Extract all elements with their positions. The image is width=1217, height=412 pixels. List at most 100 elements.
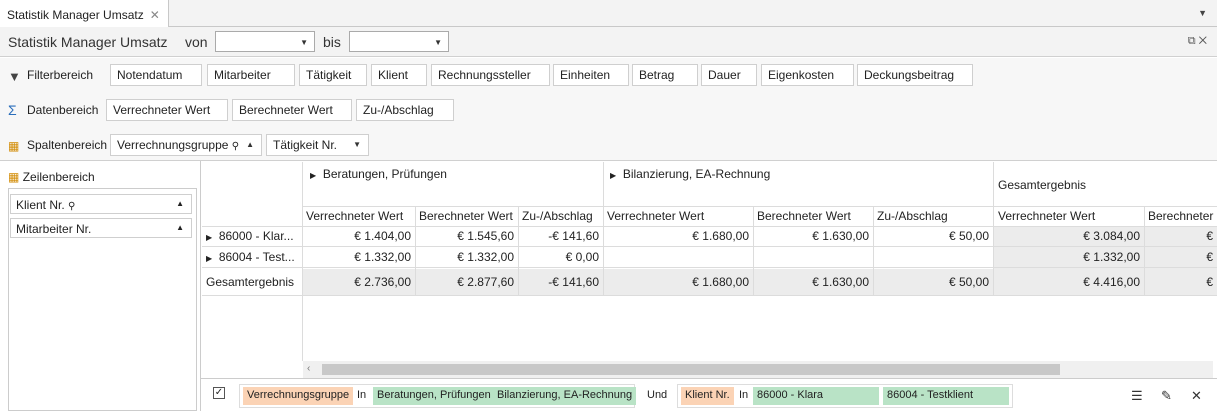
- filter-field[interactable]: Mitarbeiter: [207, 64, 295, 86]
- data-cell: [604, 247, 753, 267]
- expand-icon: ▶: [206, 254, 213, 263]
- filter-checkbox[interactable]: ✓: [213, 387, 225, 399]
- edit-icon[interactable]: ✎: [1161, 388, 1172, 404]
- filter-value-chip[interactable]: Bilanzierung, EA-Rechnung: [493, 387, 637, 405]
- tab-bar: Statistik Manager Umsatz ✕ ▼: [0, 0, 1217, 27]
- total-cell: € 4.416,00: [1083, 275, 1140, 289]
- filter-field-chip[interactable]: Verrechnungsgruppe: [243, 387, 354, 405]
- data-cell: [874, 247, 993, 267]
- measure-header: Berechneter Wert: [757, 209, 851, 223]
- filter-area: ▼ Filterbereich Notendatum Mitarbeiter T…: [0, 58, 1217, 94]
- chevron-down-icon[interactable]: ▼: [1198, 8, 1207, 18]
- data-cell: € 1.680,00: [692, 229, 749, 243]
- data-cell: € 0,00: [565, 250, 599, 264]
- filter-icon: ⚲: [231, 141, 240, 152]
- filter-field-chip[interactable]: Klient Nr.: [681, 387, 734, 405]
- scrollbar-thumb[interactable]: [322, 364, 1060, 375]
- sort-up-icon: ▲: [246, 140, 254, 149]
- sort-up-icon: ▲: [176, 199, 184, 208]
- data-cell: [754, 247, 873, 267]
- filter-operator: In: [739, 389, 749, 401]
- scroll-left-icon[interactable]: ‹: [307, 363, 310, 374]
- filter-field[interactable]: Eigenkosten: [761, 64, 854, 86]
- filter-value-chip[interactable]: Beratungen, Prüfungen: [373, 387, 495, 405]
- column-field[interactable]: Verrechnungsgruppe ⚲ ▲: [110, 134, 262, 156]
- total-cell: € 1.630,00: [812, 275, 869, 289]
- total-cell: € 50,00: [948, 275, 989, 289]
- columns-icon: ▦: [8, 139, 20, 153]
- filter-area-label: Filterbereich: [27, 68, 94, 82]
- sort-up-icon: ▲: [176, 223, 184, 232]
- tab-title: Statistik Manager Umsatz: [7, 8, 144, 22]
- total-cell: € 2.736,00: [354, 275, 411, 289]
- data-cell: € 1.332,00: [457, 250, 514, 264]
- data-cell: € 1.332,00: [354, 250, 411, 264]
- filter-value-chip[interactable]: 86000 - Klara: [753, 387, 879, 405]
- von-label: von: [185, 34, 208, 50]
- row-area-label: Zeilenbereich: [22, 170, 95, 184]
- close-icon[interactable]: ✕: [150, 8, 160, 22]
- filter-connector: Und: [647, 389, 668, 401]
- measure-header: Verrechneter Wert: [607, 209, 705, 223]
- data-cell: € 1.630,00: [812, 229, 869, 243]
- filter-field[interactable]: Rechnungssteller: [431, 64, 550, 86]
- von-select[interactable]: ▼: [215, 31, 315, 52]
- bis-label: bis: [323, 34, 341, 50]
- column-group-header[interactable]: ▶ Bilanzierung, EA-Rechnung: [610, 164, 990, 184]
- row-area-header: ▦ Zeilenbereich: [8, 170, 95, 184]
- data-area-label: Datenbereich: [27, 103, 99, 117]
- column-field[interactable]: Tätigkeit Nr. ▼: [266, 134, 369, 156]
- data-field[interactable]: Verrechneter Wert: [106, 99, 228, 121]
- total-cell: -€ 141,60: [548, 275, 599, 289]
- column-area-label: Spaltenbereich: [27, 138, 108, 152]
- total-cell: € 1.680,00: [692, 275, 749, 289]
- measure-header: Zu-/Abschlag: [522, 209, 593, 223]
- chevron-down-icon: ▼: [300, 38, 308, 47]
- row-field[interactable]: Mitarbeiter Nr. ▲: [10, 218, 192, 238]
- filter-icon: ▼: [8, 69, 21, 84]
- filter-field[interactable]: Tätigkeit: [299, 64, 367, 86]
- page-title: Statistik Manager Umsatz: [8, 34, 168, 50]
- filter-bar: ✓ Verrechnungsgruppe In Beratungen, Prüf…: [201, 378, 1217, 412]
- row-field[interactable]: Klient Nr. ⚲ ▲: [10, 194, 192, 214]
- data-cell: € 1.332,00: [1083, 250, 1140, 264]
- bis-select[interactable]: ▼: [349, 31, 449, 52]
- row-header[interactable]: ▶ 86000 - Klar...: [206, 226, 301, 246]
- total-group-header: Gesamtergebnis: [998, 178, 1087, 192]
- expand-icon: ▶: [610, 171, 617, 180]
- data-area: Σ Datenbereich Verrechneter Wert Berechn…: [0, 93, 1217, 129]
- close-icon[interactable]: ✕: [1191, 388, 1202, 404]
- rows-icon: ▦: [8, 170, 20, 184]
- pivot-grid: ▶ Beratungen, Prüfungen ▶ Bilanzierung, …: [202, 162, 1217, 361]
- total-cell: € 2.877,60: [457, 275, 514, 289]
- filter-field[interactable]: Einheiten: [553, 64, 629, 86]
- window-icons[interactable]: ⧉ ✕: [1188, 35, 1207, 48]
- title-bar: Statistik Manager Umsatz von ▼ bis ▼ ⧉ ✕: [0, 27, 1217, 57]
- filter-field[interactable]: Notendatum: [110, 64, 202, 86]
- data-field[interactable]: Berechneter Wert: [232, 99, 352, 121]
- filter-field[interactable]: Betrag: [632, 64, 698, 86]
- row-header[interactable]: ▶ 86004 - Test...: [206, 247, 301, 267]
- filter-icon: ⚲: [68, 201, 76, 212]
- data-cell: € 3.084,00: [1083, 229, 1140, 243]
- measure-header: Verrechneter Wert: [306, 209, 404, 223]
- data-cell: €: [1206, 229, 1213, 243]
- filter-value-chip[interactable]: 86004 - Testklient: [883, 387, 1009, 405]
- expand-icon: ▶: [310, 171, 317, 180]
- filter-field[interactable]: Dauer: [701, 64, 757, 86]
- grand-total-label: Gesamtergebnis: [206, 275, 295, 289]
- column-area: ▦ Spaltenbereich Verrechnungsgruppe ⚲ ▲ T…: [0, 128, 1217, 161]
- tab-statistik[interactable]: Statistik Manager Umsatz ✕: [0, 0, 169, 27]
- filter-field[interactable]: Deckungsbeitrag: [857, 64, 973, 86]
- data-cell: -€ 141,60: [548, 229, 599, 243]
- filter-field[interactable]: Klient: [371, 64, 427, 86]
- measure-header: Verrechneter Wert: [998, 209, 1096, 223]
- data-field[interactable]: Zu-/Abschlag: [356, 99, 454, 121]
- filter-operator: In: [357, 389, 367, 401]
- chevron-down-icon: ▼: [434, 38, 442, 47]
- column-group-header[interactable]: ▶ Beratungen, Prüfungen: [310, 164, 600, 184]
- menu-icon[interactable]: ☰: [1131, 388, 1143, 404]
- measure-header: Berechneter Wert: [419, 209, 513, 223]
- data-cell: €: [1206, 250, 1213, 264]
- expand-icon: ▶: [206, 233, 213, 242]
